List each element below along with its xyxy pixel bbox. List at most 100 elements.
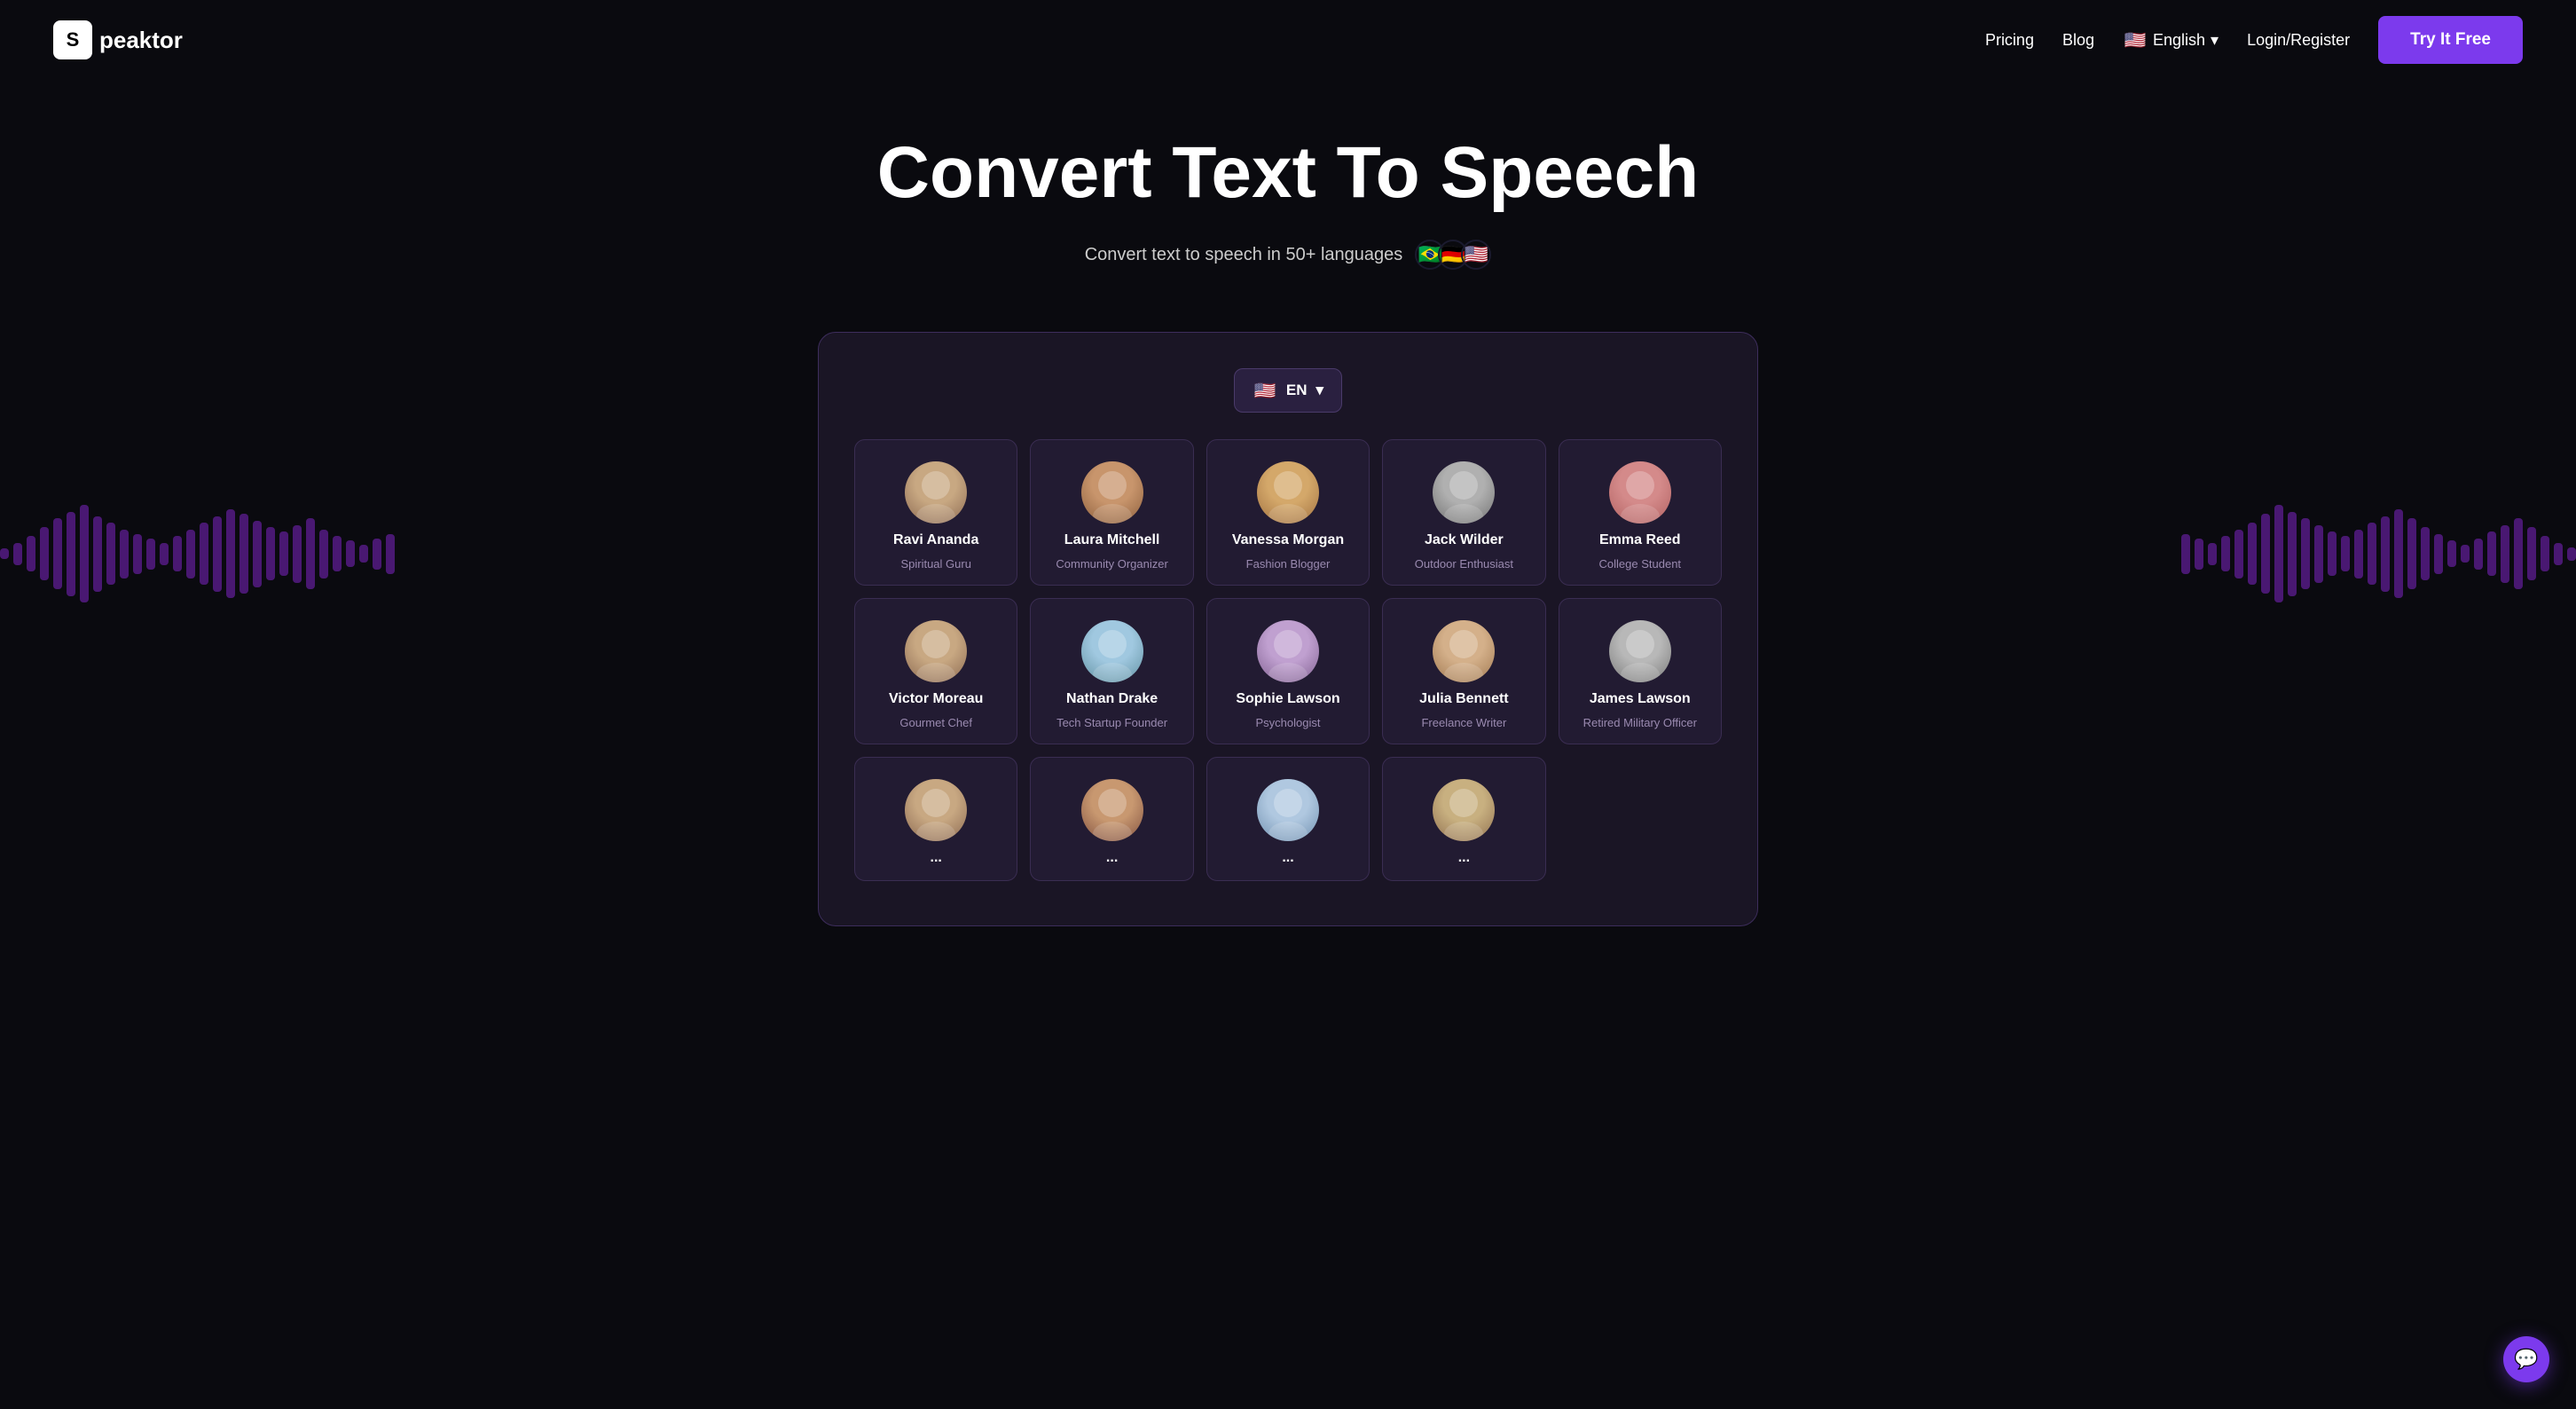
waveform-right [2181,385,2576,722]
waveform-left-bar-14 [186,530,195,579]
avatar [1433,461,1495,523]
nav-right: Pricing Blog 🇺🇸 English ▾ Login/Register… [1985,16,2523,64]
voice-name: Julia Bennett [1419,691,1508,707]
waveform-right-bar-29 [2567,547,2576,561]
waveform-right-bar-18 [2421,527,2430,580]
voice-card-...[interactable]: ... [1030,757,1193,881]
waveform-left-bar-26 [346,540,355,567]
waveform-right-bar-10 [2314,525,2323,583]
waveform-left-bar-1 [13,543,22,565]
waveform-right-bar-2 [2208,543,2217,565]
waveform-right-bar-6 [2261,514,2270,594]
voice-grid-row2: Victor MoreauGourmet Chef Nathan Drake Te… [854,598,1722,744]
voice-name: Sophie Lawson [1236,691,1339,707]
voice-role: Tech Startup Founder [1056,716,1167,729]
voice-card-emma-reed[interactable]: Emma ReedCollege Student [1559,439,1722,586]
voice-card-james-lawson[interactable]: James Lawson Retired Military Officer [1559,598,1722,744]
voice-card-julia-bennett[interactable]: Julia Bennett Freelance Writer [1382,598,1545,744]
voice-name: ... [931,850,942,866]
voice-role: Psychologist [1256,716,1321,729]
card-lang-label: EN [1286,382,1308,399]
avatar [1433,620,1495,682]
voice-role: Spiritual Guru [900,557,970,571]
avatar [1433,779,1495,841]
login-register-link[interactable]: Login/Register [2247,31,2350,50]
waveform-right-bar-1 [2195,539,2203,570]
avatar [905,620,967,682]
voice-name: Vanessa Morgan [1232,532,1344,548]
waveform-right-bar-4 [2234,530,2243,579]
avatar [1257,779,1319,841]
logo-text: peaktor [99,27,183,54]
voice-role: Gourmet Chef [899,716,972,729]
waveform-left-bar-22 [293,525,302,583]
waveform-left-bar-3 [40,527,49,580]
chevron-down-icon: ▾ [2211,31,2219,50]
voice-name: Ravi Ananda [893,532,978,548]
voice-selector-card: 🇺🇸 EN ▾ Ravi Ananda Spiritual Guru Laura … [818,332,1758,926]
lang-label: English [2153,31,2205,50]
avatar [1609,620,1671,682]
card-chevron-icon: ▾ [1316,382,1324,399]
waveform-left-bar-4 [53,518,62,589]
card-flag-icon: 🇺🇸 [1253,378,1277,403]
try-free-button[interactable]: Try It Free [2378,16,2523,64]
waveform-right-bar-15 [2381,516,2390,592]
waveform-left-bar-0 [0,548,9,559]
waveform-left-bar-16 [213,516,222,592]
voice-name: James Lawson [1590,691,1691,707]
voice-card-sophie-lawson[interactable]: Sophie Lawson Psychologist [1206,598,1370,744]
card-lang-selector: 🇺🇸 EN ▾ [854,368,1722,413]
waveform-right-bar-14 [2368,523,2376,585]
voice-role: College Student [1599,557,1682,571]
avatar [905,779,967,841]
voice-name: Nathan Drake [1066,691,1158,707]
voice-card-jack-wilder[interactable]: Jack WilderOutdoor Enthusiast [1382,439,1545,586]
voice-role: Fashion Blogger [1246,557,1331,571]
voice-card-laura-mitchell[interactable]: Laura MitchellCommunity Organizer [1030,439,1193,586]
avatar [1257,461,1319,523]
waveform-right-bar-19 [2434,534,2443,574]
chat-icon: 💬 [2514,1348,2538,1371]
language-selector[interactable]: 🇺🇸 English ▾ [2123,28,2219,52]
voice-role: Retired Military Officer [1583,716,1697,729]
logo[interactable]: S peaktor [53,20,183,59]
voice-card-ravi-ananda[interactable]: Ravi Ananda Spiritual Guru [854,439,1017,586]
waveform-right-bar-8 [2288,512,2297,596]
waveform-left-bar-2 [27,536,35,571]
waveform-left-bar-20 [266,527,275,580]
voice-name: Jack Wilder [1425,532,1504,548]
logo-icon: S [53,20,92,59]
waveform-left-bar-25 [333,536,342,571]
waveform-right-bar-23 [2487,531,2496,576]
voice-card-vanessa-morgan[interactable]: Vanessa Morgan Fashion Blogger [1206,439,1370,586]
waveform-left [0,385,395,722]
waveform-left-bar-19 [253,521,262,587]
blog-link[interactable]: Blog [2062,31,2094,50]
waveform-right-bar-21 [2461,545,2470,563]
pricing-link[interactable]: Pricing [1985,31,2034,50]
waveform-left-bar-27 [359,545,368,563]
chat-button[interactable]: 💬 [2503,1336,2549,1382]
waveform-right-bar-12 [2341,536,2350,571]
avatar [1257,620,1319,682]
voice-card-victor-moreau[interactable]: Victor MoreauGourmet Chef [854,598,1017,744]
voice-grid-row3: ... ... ... ... [854,757,1722,881]
language-flags: 🇧🇷 🇩🇪 🇺🇸 [1415,240,1491,270]
voice-card-...[interactable]: ... [854,757,1017,881]
waveform-left-bar-21 [279,531,288,576]
waveform-right-bar-28 [2554,543,2563,565]
card-language-button[interactable]: 🇺🇸 EN ▾ [1234,368,1342,413]
waveform-left-bar-13 [173,536,182,571]
voice-card-...[interactable]: ... [1206,757,1370,881]
hero-subtitle: Convert text to speech in 50+ languages … [18,240,2558,270]
voice-role: Freelance Writer [1421,716,1506,729]
waveform-right-bar-26 [2527,527,2536,580]
voice-card-...[interactable]: ... [1382,757,1545,881]
voice-card-nathan-drake[interactable]: Nathan Drake Tech Startup Founder [1030,598,1193,744]
waveform-left-bar-29 [386,534,395,574]
waveform-left-bar-24 [319,530,328,579]
voice-role: Community Organizer [1056,557,1167,571]
waveform-left-bar-6 [80,505,89,602]
waveform-right-bar-5 [2248,523,2257,585]
